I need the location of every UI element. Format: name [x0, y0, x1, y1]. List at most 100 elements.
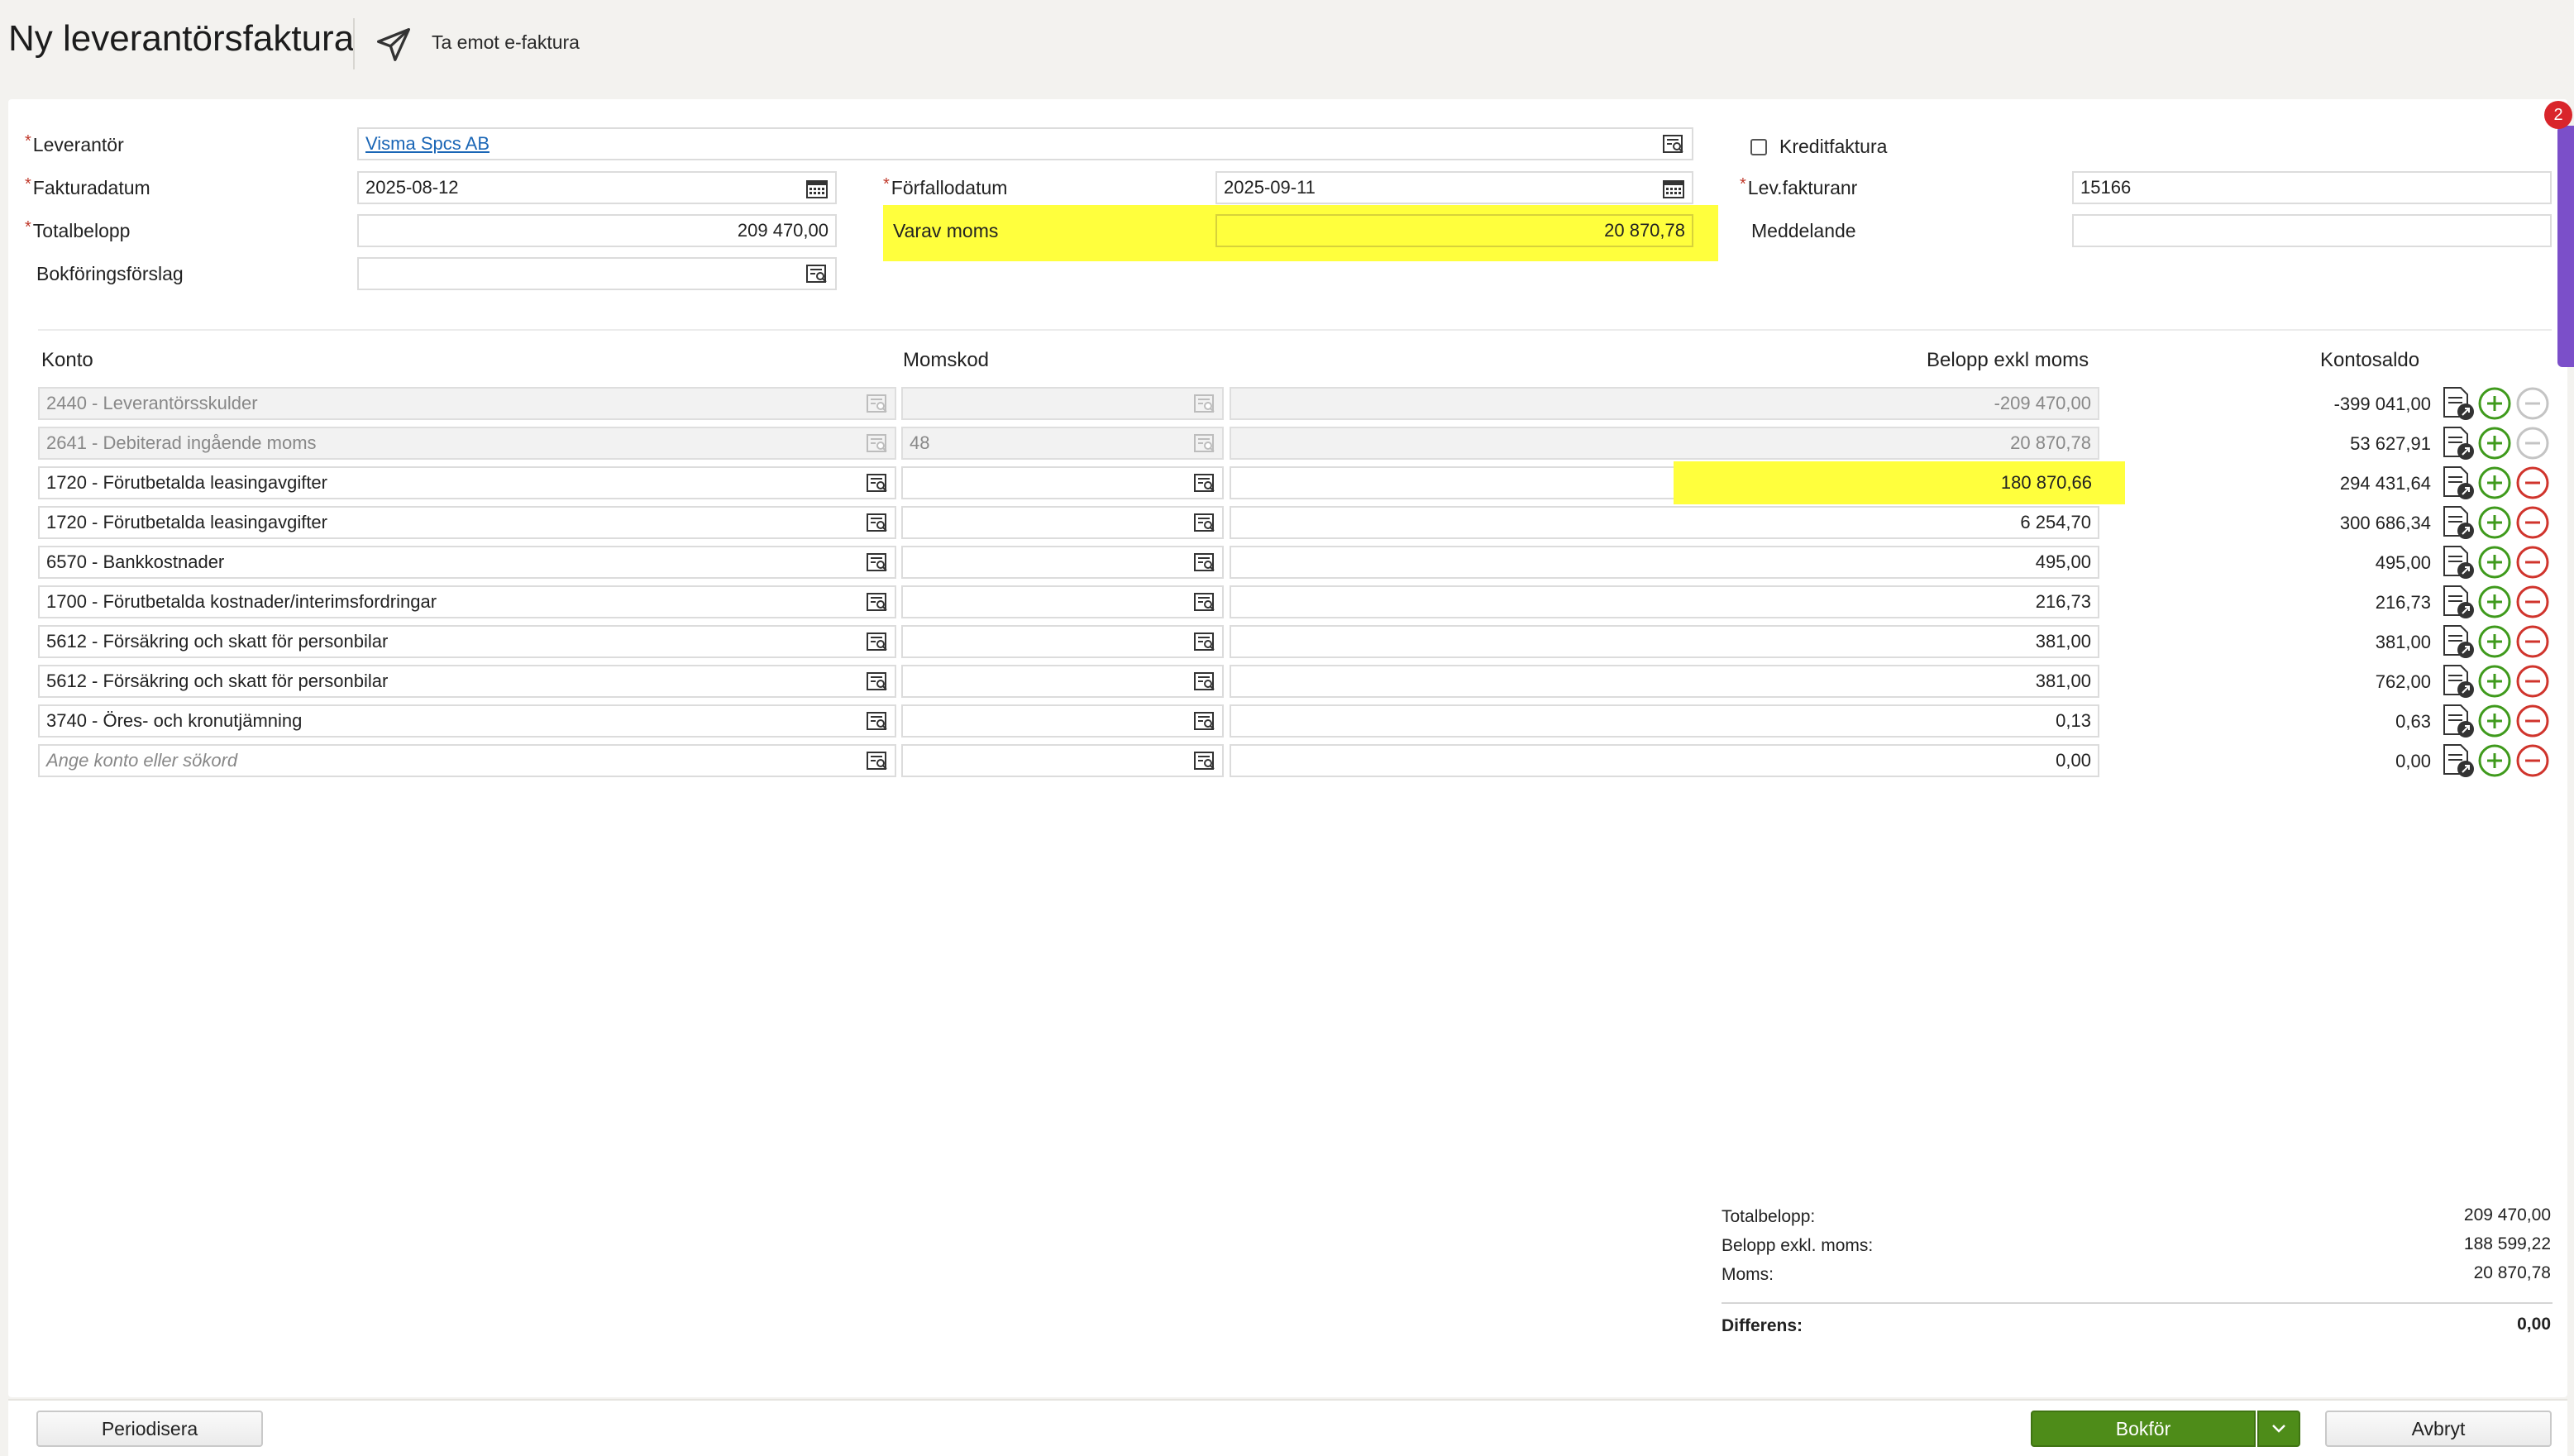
account-input[interactable]: Ange konto eller sökord: [38, 744, 896, 777]
calendar-icon[interactable]: [805, 178, 829, 199]
search-list-icon[interactable]: [865, 711, 890, 733]
search-list-icon[interactable]: [1192, 513, 1217, 534]
vat-code-input[interactable]: [901, 466, 1224, 499]
invoice-date-field[interactable]: 2025-08-12: [357, 171, 837, 204]
remove-row-icon[interactable]: [2515, 545, 2550, 580]
search-list-icon[interactable]: [865, 473, 890, 494]
book-options-button[interactable]: [2257, 1411, 2300, 1447]
account-input[interactable]: 6570 - Bankkostnader: [38, 546, 896, 579]
vat-code-input[interactable]: [901, 585, 1224, 618]
cancel-button[interactable]: Avbryt: [2325, 1411, 2552, 1447]
credit-invoice-checkbox[interactable]: [1750, 139, 1767, 155]
search-list-icon[interactable]: [1192, 751, 1217, 772]
account-input[interactable]: 5612 - Försäkring och skatt för personbi…: [38, 665, 896, 698]
remove-row-icon[interactable]: [2515, 465, 2550, 500]
amount-input[interactable]: 381,00: [1230, 625, 2099, 658]
vat-code-input[interactable]: [901, 625, 1224, 658]
document-link-icon[interactable]: [2439, 742, 2476, 779]
amount-input[interactable]: 0,13: [1230, 704, 2099, 738]
search-list-icon[interactable]: [1662, 134, 1685, 155]
supplier-label: *Leverantör: [25, 132, 124, 155]
search-list-icon[interactable]: [865, 632, 890, 653]
add-row-icon[interactable]: [2477, 545, 2512, 580]
booking-proposal-field[interactable]: [357, 257, 837, 290]
remove-row-icon[interactable]: [2515, 585, 2550, 619]
amount-input[interactable]: 0,00: [1230, 744, 2099, 777]
add-row-icon[interactable]: [2477, 664, 2512, 699]
amount-value: -209 470,00: [1994, 393, 2091, 413]
notification-badge[interactable]: 2: [2544, 101, 2572, 129]
search-list-icon[interactable]: [865, 592, 890, 613]
account-input[interactable]: 1720 - Förutbetalda leasingavgifter: [38, 506, 896, 539]
search-list-icon[interactable]: [865, 671, 890, 693]
document-link-icon[interactable]: [2439, 504, 2476, 541]
supplier-invoice-no-field[interactable]: 15166: [2072, 171, 2552, 204]
account-value: 5612 - Försäkring och skatt för personbi…: [46, 671, 389, 691]
vat-code-input[interactable]: [901, 704, 1224, 738]
search-list-icon[interactable]: [1192, 671, 1217, 693]
document-link-icon[interactable]: [2439, 663, 2476, 699]
paper-plane-icon[interactable]: [375, 26, 412, 63]
vat-code-input[interactable]: [901, 744, 1224, 777]
periodize-button[interactable]: Periodisera: [36, 1411, 263, 1447]
vat-code-input[interactable]: [901, 506, 1224, 539]
document-link-icon[interactable]: [2439, 385, 2476, 422]
add-row-icon[interactable]: [2477, 585, 2512, 619]
search-list-icon[interactable]: [865, 513, 890, 534]
due-date-label: *Förfallodatum: [883, 175, 1008, 198]
supplier-field[interactable]: Visma Spcs AB: [357, 127, 1693, 160]
vat-code-input[interactable]: [901, 665, 1224, 698]
document-link-icon[interactable]: [2439, 584, 2476, 620]
amount-value: 0,00: [2056, 750, 2091, 771]
add-row-icon[interactable]: [2477, 624, 2512, 659]
document-link-icon[interactable]: [2439, 465, 2476, 501]
remove-row-icon[interactable]: [2515, 704, 2550, 738]
receive-einvoice-link[interactable]: Ta emot e-faktura: [432, 31, 580, 54]
calendar-icon[interactable]: [1662, 178, 1685, 199]
account-input[interactable]: 1700 - Förutbetalda kostnader/interimsfo…: [38, 585, 896, 618]
search-list-icon[interactable]: [1192, 632, 1217, 653]
account-input[interactable]: 3740 - Öres- och kronutjämning: [38, 704, 896, 738]
remove-row-icon[interactable]: [2515, 664, 2550, 699]
remove-row-icon[interactable]: [2515, 505, 2550, 540]
remove-row-icon[interactable]: [2515, 743, 2550, 778]
search-list-icon[interactable]: [805, 264, 829, 285]
summary-vat-value: 20 870,78: [2473, 1263, 2551, 1282]
search-list-icon[interactable]: [865, 751, 890, 772]
search-list-icon[interactable]: [1192, 592, 1217, 613]
total-amount-field[interactable]: 209 470,00: [357, 214, 837, 247]
add-row-icon[interactable]: [2477, 743, 2512, 778]
amount-input[interactable]: 495,00: [1230, 546, 2099, 579]
book-button[interactable]: Bokför: [2031, 1411, 2256, 1447]
search-list-icon[interactable]: [1192, 552, 1217, 574]
remove-row-icon[interactable]: [2515, 624, 2550, 659]
amount-value: 381,00: [2035, 671, 2091, 691]
account-input[interactable]: 5612 - Försäkring och skatt för personbi…: [38, 625, 896, 658]
vat-amount-field[interactable]: 20 870,78: [1215, 214, 1693, 247]
document-link-icon[interactable]: [2439, 703, 2476, 739]
amount-input[interactable]: 216,73: [1230, 585, 2099, 618]
document-link-icon[interactable]: [2439, 623, 2476, 660]
add-row-icon[interactable]: [2477, 505, 2512, 540]
amount-input[interactable]: 381,00: [1230, 665, 2099, 698]
add-row-icon[interactable]: [2477, 465, 2512, 500]
search-list-icon[interactable]: [865, 552, 890, 574]
account-input[interactable]: 1720 - Förutbetalda leasingavgifter: [38, 466, 896, 499]
document-link-icon[interactable]: [2439, 425, 2476, 461]
search-list-icon: [1194, 434, 1215, 452]
account-value: 6570 - Bankkostnader: [46, 551, 225, 572]
add-row-icon[interactable]: [2477, 704, 2512, 738]
document-link-icon[interactable]: [2439, 544, 2476, 580]
message-field[interactable]: [2072, 214, 2552, 247]
search-list-icon[interactable]: [1192, 711, 1217, 733]
due-date-field[interactable]: 2025-09-11: [1215, 171, 1693, 204]
supplier-value[interactable]: Visma Spcs AB: [365, 133, 489, 155]
side-panel-tab[interactable]: [2557, 126, 2574, 367]
add-row-icon[interactable]: [2477, 386, 2512, 421]
search-list-icon[interactable]: [1192, 473, 1217, 494]
account-input: 2440 - Leverantörsskulder: [38, 387, 896, 420]
account-value: 1720 - Förutbetalda leasingavgifter: [46, 472, 327, 493]
amount-input[interactable]: 6 254,70: [1230, 506, 2099, 539]
add-row-icon[interactable]: [2477, 426, 2512, 461]
vat-code-input[interactable]: [901, 546, 1224, 579]
